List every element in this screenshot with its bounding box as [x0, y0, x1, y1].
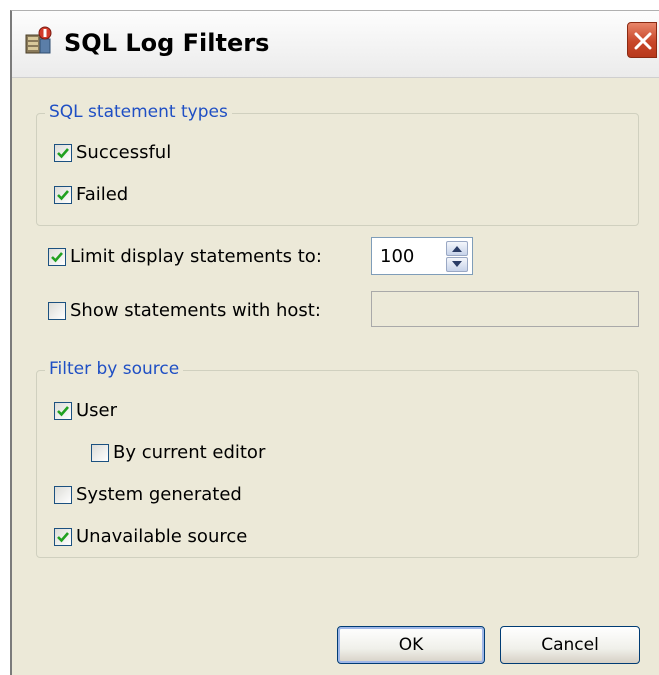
user-label: User: [76, 400, 118, 421]
current-editor-checkbox[interactable]: By current editor: [91, 442, 265, 463]
statement-types-group: SQL statement types Successful Failed: [36, 102, 639, 226]
system-generated-checkbox[interactable]: System generated: [54, 484, 242, 505]
dialog-body: SQL statement types Successful Failed Li…: [12, 78, 659, 675]
checkbox-checked-icon: [54, 527, 72, 546]
checkbox-checked-icon: [54, 143, 72, 162]
successful-checkbox[interactable]: Successful: [54, 142, 171, 163]
statement-types-legend: SQL statement types: [45, 102, 232, 122]
show-host-checkbox[interactable]: Show statements with host:: [48, 300, 321, 321]
failed-checkbox[interactable]: Failed: [54, 184, 128, 205]
checkbox-checked-icon: [54, 401, 72, 420]
user-checkbox[interactable]: User: [54, 400, 117, 421]
limit-display-checkbox[interactable]: Limit display statements to:: [48, 246, 322, 267]
limit-count-spinner[interactable]: 100: [371, 237, 473, 275]
current-editor-label: By current editor: [113, 442, 266, 463]
checkbox-unchecked-icon: [48, 301, 66, 320]
limit-display-label: Limit display statements to:: [70, 246, 322, 267]
spin-down-button[interactable]: [446, 257, 468, 272]
sql-log-filters-dialog: SQL Log Filters SQL statement types Succ…: [10, 10, 659, 675]
unavailable-source-label: Unavailable source: [76, 526, 248, 547]
host-input[interactable]: [371, 291, 639, 327]
limit-count-input[interactable]: 100: [380, 246, 414, 267]
checkbox-checked-icon: [54, 185, 72, 204]
show-host-label: Show statements with host:: [70, 300, 321, 321]
title-bar[interactable]: SQL Log Filters: [12, 11, 659, 77]
system-generated-label: System generated: [76, 484, 242, 505]
spin-up-button[interactable]: [446, 241, 468, 256]
ok-button[interactable]: OK: [337, 626, 485, 664]
checkbox-checked-icon: [48, 247, 66, 266]
filter-by-source-legend: Filter by source: [45, 359, 184, 379]
successful-label: Successful: [76, 142, 172, 163]
window-title: SQL Log Filters: [64, 29, 270, 57]
checkbox-unchecked-icon: [54, 485, 72, 504]
close-button[interactable]: [627, 22, 657, 58]
cancel-button[interactable]: Cancel: [500, 626, 640, 664]
failed-label: Failed: [76, 184, 129, 205]
database-filter-icon: [24, 25, 54, 57]
checkbox-unchecked-icon: [91, 443, 109, 462]
unavailable-source-checkbox[interactable]: Unavailable source: [54, 526, 247, 547]
filter-by-source-group: Filter by source User By current editor …: [36, 359, 639, 558]
